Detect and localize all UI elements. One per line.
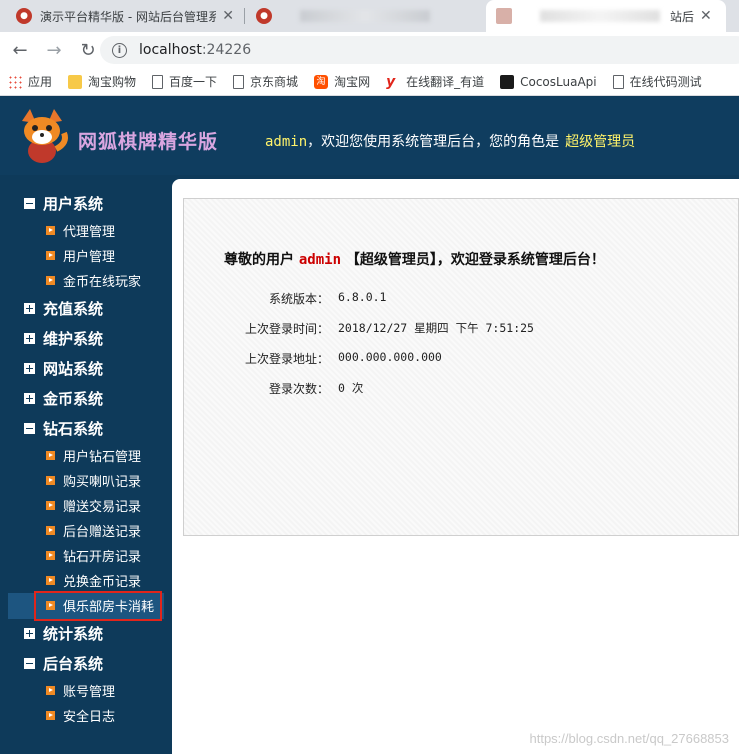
- url-text: localhost:24226: [139, 42, 252, 58]
- info-row-login-count: 登录次数： 0 次: [268, 381, 364, 396]
- forward-arrow-icon[interactable]: →: [40, 36, 68, 64]
- close-icon[interactable]: ✕: [222, 8, 234, 24]
- arrow-bullet-icon: [46, 225, 55, 235]
- expand-icon: [24, 627, 35, 639]
- back-arrow-icon[interactable]: ←: [6, 36, 34, 64]
- browser-tab-bar: ● 演示平台精华版 - 网站后台管理系 ✕ ● 站后 ✕: [0, 0, 739, 32]
- arrow-bullet-icon: [46, 525, 55, 535]
- sidebar-item-user-management[interactable]: 用户管理: [46, 246, 115, 265]
- sidebar-item-diamond-room[interactable]: 钻石开房记录: [46, 546, 141, 565]
- sidebar-item-account-management[interactable]: 账号管理: [46, 681, 115, 700]
- sidebar-group-diamond-system[interactable]: 钻石系统: [24, 417, 103, 439]
- bookmark-taobao[interactable]: 淘淘宝网: [314, 73, 370, 90]
- header-username: admin: [265, 134, 308, 150]
- expand-icon: [24, 392, 35, 404]
- greeting-line: 尊敬的用户 admin 【超级管理员】，欢迎登录系统管理后台！: [224, 252, 605, 268]
- browser-tab-2[interactable]: ●: [246, 0, 484, 32]
- sidebar-item-gift-trade[interactable]: 赠送交易记录: [46, 496, 141, 515]
- sidebar: 用户系统 代理管理 用户管理 金币在线玩家 充值系统 维护系统 网站系统 金币系…: [0, 175, 172, 754]
- page-icon: [152, 74, 164, 89]
- collapse-icon: [24, 657, 35, 669]
- tab-title: 站后: [670, 9, 695, 24]
- arrow-bullet-icon: [46, 550, 55, 560]
- close-icon[interactable]: ✕: [700, 8, 712, 24]
- arrow-bullet-icon: [46, 450, 55, 460]
- address-bar[interactable]: i localhost:24226: [100, 36, 739, 64]
- sidebar-item-user-diamond[interactable]: 用户钻石管理: [46, 446, 141, 465]
- arrow-bullet-icon: [46, 475, 55, 485]
- fox-logo-icon: [22, 109, 68, 163]
- expand-icon: [24, 332, 35, 344]
- tab-divider: [244, 8, 245, 24]
- expand-icon: [24, 302, 35, 314]
- sidebar-item-admin-gift[interactable]: 后台赠送记录: [46, 521, 141, 540]
- brand-title: 网狐棋牌精华版: [78, 131, 219, 153]
- reload-icon[interactable]: ↻: [74, 36, 102, 64]
- sidebar-group-recharge-system[interactable]: 充值系统: [24, 297, 103, 319]
- page-icon: [612, 74, 624, 89]
- browser-tab-1[interactable]: ● 演示平台精华版 - 网站后台管理系 ✕: [6, 0, 244, 32]
- arrow-bullet-icon: [46, 250, 55, 260]
- browser-toolbar: ← → ↻ i localhost:24226: [0, 32, 739, 68]
- main-content: 尊敬的用户 admin 【超级管理员】，欢迎登录系统管理后台！ 系统版本： 6.8…: [172, 179, 739, 754]
- highlight-annotation-box: [34, 591, 162, 621]
- arrow-bullet-icon: [46, 710, 55, 720]
- page-icon: [233, 74, 245, 89]
- greeting-username: admin: [298, 252, 342, 268]
- tab-title: 演示平台精华版 - 网站后台管理系: [40, 9, 217, 24]
- apps-icon: [8, 74, 22, 89]
- sidebar-group-backend-system[interactable]: 后台系统: [24, 652, 103, 674]
- blurred-tab-title: [540, 10, 660, 22]
- collapse-icon: [24, 422, 35, 434]
- sidebar-item-horn-purchase[interactable]: 购买喇叭记录: [46, 471, 141, 490]
- youdao-icon: y: [386, 73, 396, 90]
- sidebar-group-gold-system[interactable]: 金币系统: [24, 387, 103, 409]
- bookmarks-bar: 应用 淘宝购物 百度一下 京东商城 淘淘宝网 y 在线翻译_有道 CocosLua…: [0, 68, 739, 96]
- info-icon[interactable]: i: [112, 42, 127, 58]
- arrow-bullet-icon: [46, 685, 55, 695]
- sidebar-group-user-system[interactable]: 用户系统: [24, 192, 103, 214]
- watermark: https://blog.csdn.net/qq_27668853: [529, 731, 730, 746]
- header-role: 超级管理员: [565, 134, 636, 150]
- page-favicon-icon: [496, 8, 512, 24]
- arrow-bullet-icon: [46, 500, 55, 510]
- sidebar-item-agent-management[interactable]: 代理管理: [46, 221, 115, 240]
- bookmark-code-test[interactable]: 在线代码测试: [612, 73, 702, 90]
- bookmark-youdao[interactable]: y 在线翻译_有道: [386, 73, 484, 90]
- info-row-last-login-address: 上次登录地址： 000.000.000.000: [244, 350, 442, 366]
- info-row-version: 系统版本： 6.8.0.1: [268, 290, 387, 306]
- bookmark-apps[interactable]: 应用: [8, 73, 52, 90]
- fox-favicon-icon: ●: [256, 8, 272, 24]
- sidebar-group-stats-system[interactable]: 统计系统: [24, 622, 103, 644]
- fox-favicon-icon: ●: [16, 8, 32, 24]
- cocos-icon: [500, 74, 515, 89]
- sidebar-item-gold-exchange[interactable]: 兑换金币记录: [46, 571, 141, 590]
- browser-tab-3-active[interactable]: 站后 ✕: [486, 0, 726, 32]
- expand-icon: [24, 362, 35, 374]
- welcome-panel: 尊敬的用户 admin 【超级管理员】，欢迎登录系统管理后台！ 系统版本： 6.8…: [183, 198, 739, 536]
- taobao-icon: 淘: [314, 74, 329, 89]
- arrow-bullet-icon: [46, 275, 55, 285]
- sidebar-item-online-players[interactable]: 金币在线玩家: [46, 271, 141, 290]
- welcome-message: admin，欢迎您使用系统管理后台，您的角色是 超级管理员: [265, 134, 636, 150]
- bookmark-taobao-shopping[interactable]: 淘宝购物: [68, 73, 136, 90]
- sidebar-group-maintenance-system[interactable]: 维护系统: [24, 327, 103, 349]
- sidebar-group-website-system[interactable]: 网站系统: [24, 357, 103, 379]
- bookmark-baidu[interactable]: 百度一下: [152, 73, 217, 90]
- blurred-tab-title: [300, 10, 430, 22]
- bookmark-cocos[interactable]: CocosLuaApi: [500, 74, 597, 89]
- info-row-last-login-time: 上次登录时间： 2018/12/27 星期四 下午 7:51:25: [244, 321, 534, 336]
- folder-icon: [68, 74, 83, 89]
- arrow-bullet-icon: [46, 575, 55, 585]
- sidebar-item-security-log[interactable]: 安全日志: [46, 706, 115, 725]
- collapse-icon: [24, 197, 35, 209]
- app-header: 网狐棋牌精华版 admin，欢迎您使用系统管理后台，您的角色是 超级管理员: [0, 97, 739, 175]
- bookmark-jd[interactable]: 京东商城: [233, 73, 298, 90]
